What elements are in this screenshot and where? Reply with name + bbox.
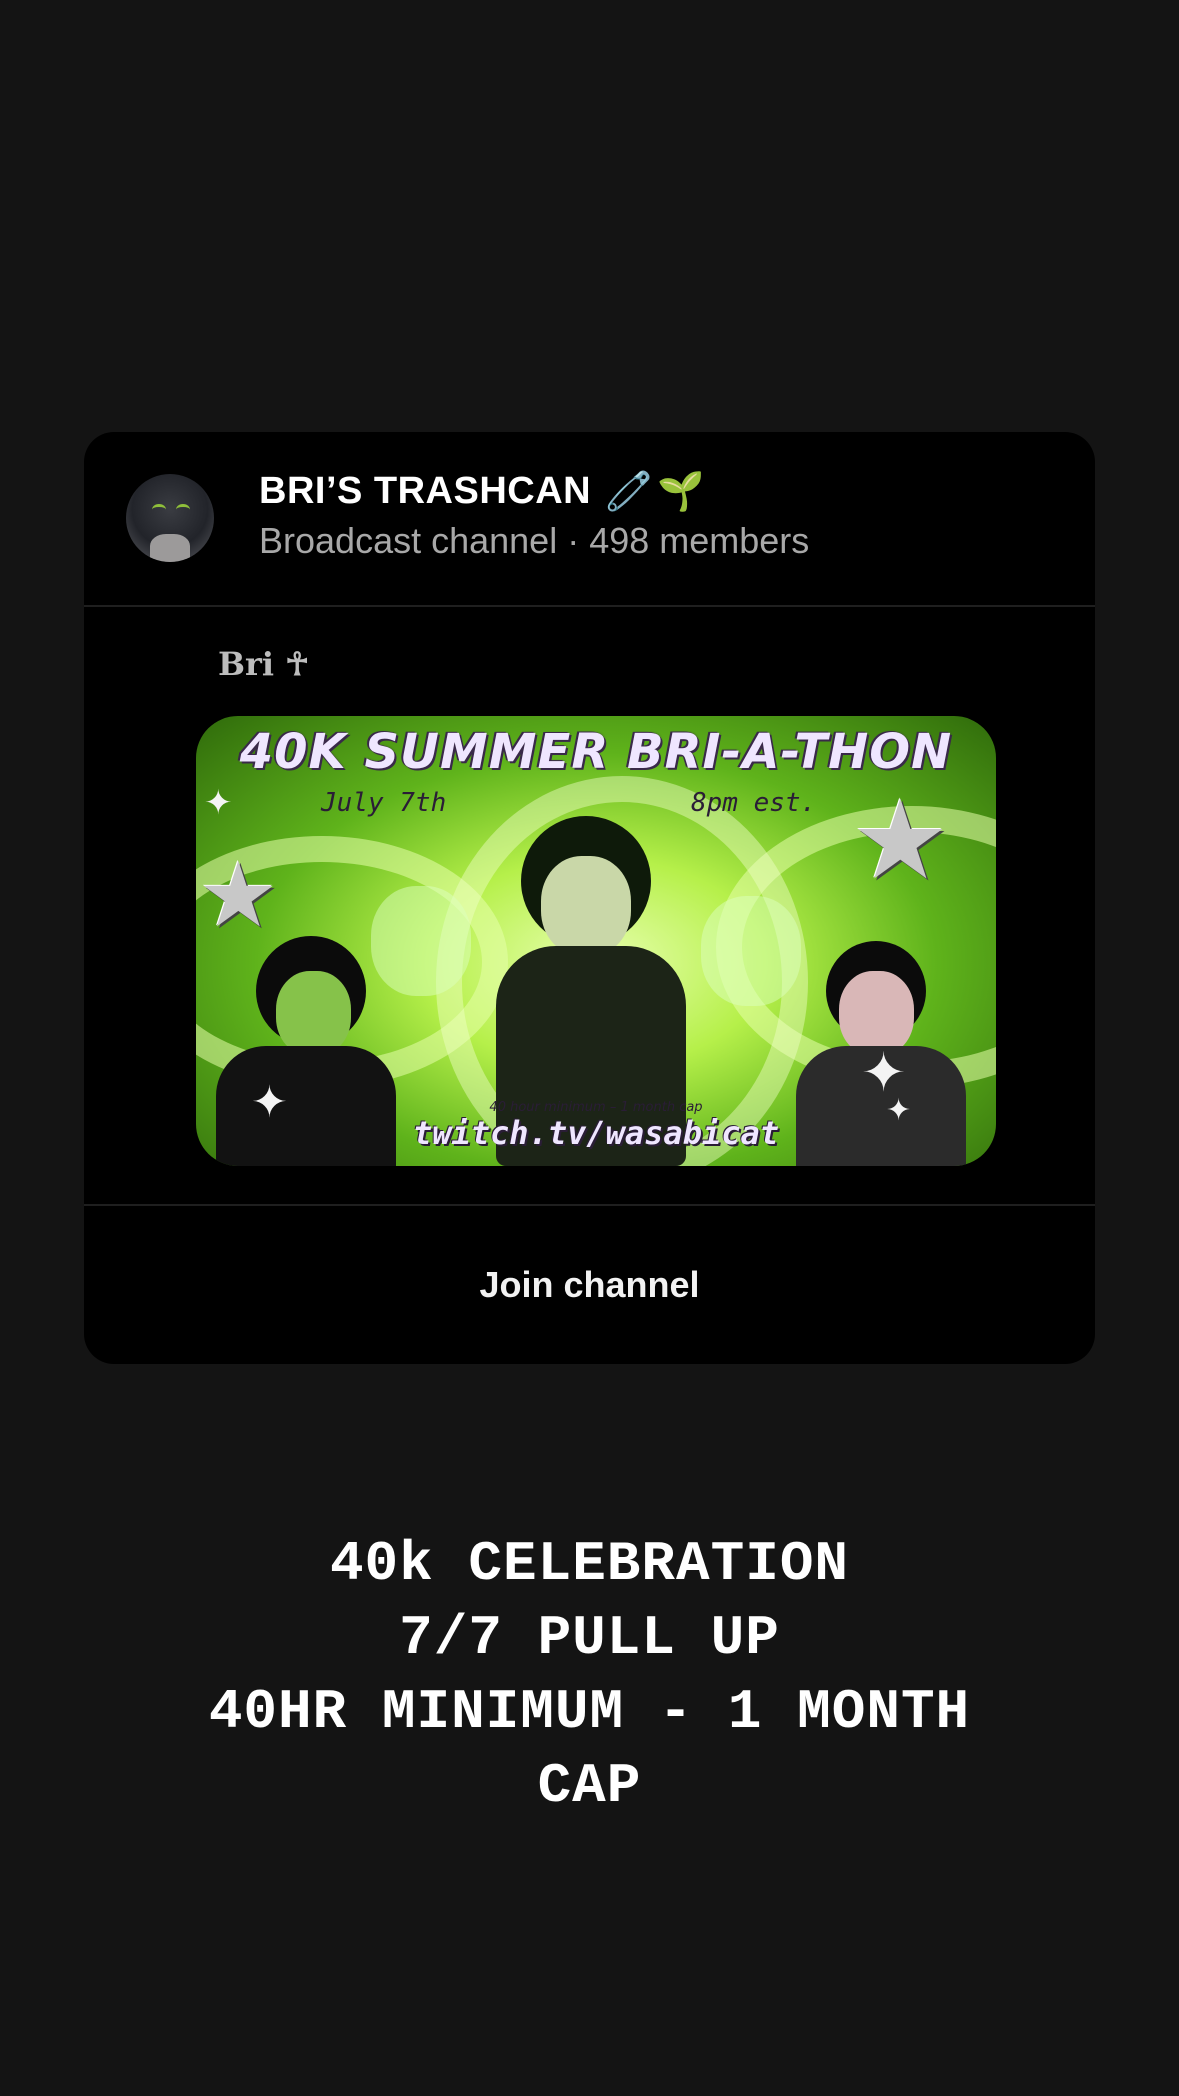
channel-subtitle: Broadcast channel · 498 members	[259, 520, 810, 561]
channel-share-card[interactable]: BRI’S TRASHCAN 🧷 🌱 Broadcast channel · 4…	[84, 432, 1095, 1364]
poster-date: July 7th	[321, 788, 447, 818]
join-channel-button[interactable]: Join channel	[84, 1206, 1095, 1364]
story-caption: 40k CELEBRATION 7/7 PULL UP 40HR MINIMUM…	[0, 1527, 1179, 1823]
poster-figure-face	[276, 971, 351, 1056]
caption-line: CAP	[537, 1754, 642, 1818]
poster-url: twitch.tv/wasabicat	[412, 1114, 780, 1152]
avatar-chin	[150, 534, 190, 562]
seedling-icon: 🌱	[656, 470, 705, 513]
caption-line: 7/7 PULL UP	[399, 1606, 780, 1670]
avatar-eye-left	[152, 504, 166, 515]
poster-ghost-figure	[371, 886, 471, 996]
event-poster-image[interactable]: 40K SUMMER BRI-A-THON July 7th 8pm est. …	[196, 716, 996, 1166]
poster-figure-face	[541, 856, 631, 956]
channel-name-text: BRI’S TRASHCAN	[259, 470, 592, 512]
avatar-eye-right	[176, 504, 190, 515]
chrome-star-icon: ★	[851, 779, 950, 902]
safety-pin-icon: 🧷	[605, 470, 653, 513]
caption-line: 40k CELEBRATION	[329, 1532, 850, 1596]
message-author: Bri ☥	[218, 645, 310, 683]
poster-ghost-figure	[701, 896, 801, 1006]
poster-time: 8pm est.	[691, 788, 817, 818]
channel-name[interactable]: BRI’S TRASHCAN 🧷 🌱	[259, 470, 705, 513]
poster-title: 40K SUMMER BRI-A-THON	[239, 724, 953, 780]
sparkle-icon: ✦	[861, 1043, 907, 1103]
sparkle-icon: ✦	[204, 784, 233, 822]
channel-avatar[interactable]	[126, 474, 214, 562]
poster-note: 40 hour minimum – 1 month cap	[489, 1100, 703, 1115]
channel-header[interactable]: BRI’S TRASHCAN 🧷 🌱 Broadcast channel · 4…	[84, 432, 1095, 607]
chrome-star-icon: ★	[198, 846, 279, 946]
caption-line: 40HR MINIMUM - 1 MONTH	[208, 1680, 971, 1744]
